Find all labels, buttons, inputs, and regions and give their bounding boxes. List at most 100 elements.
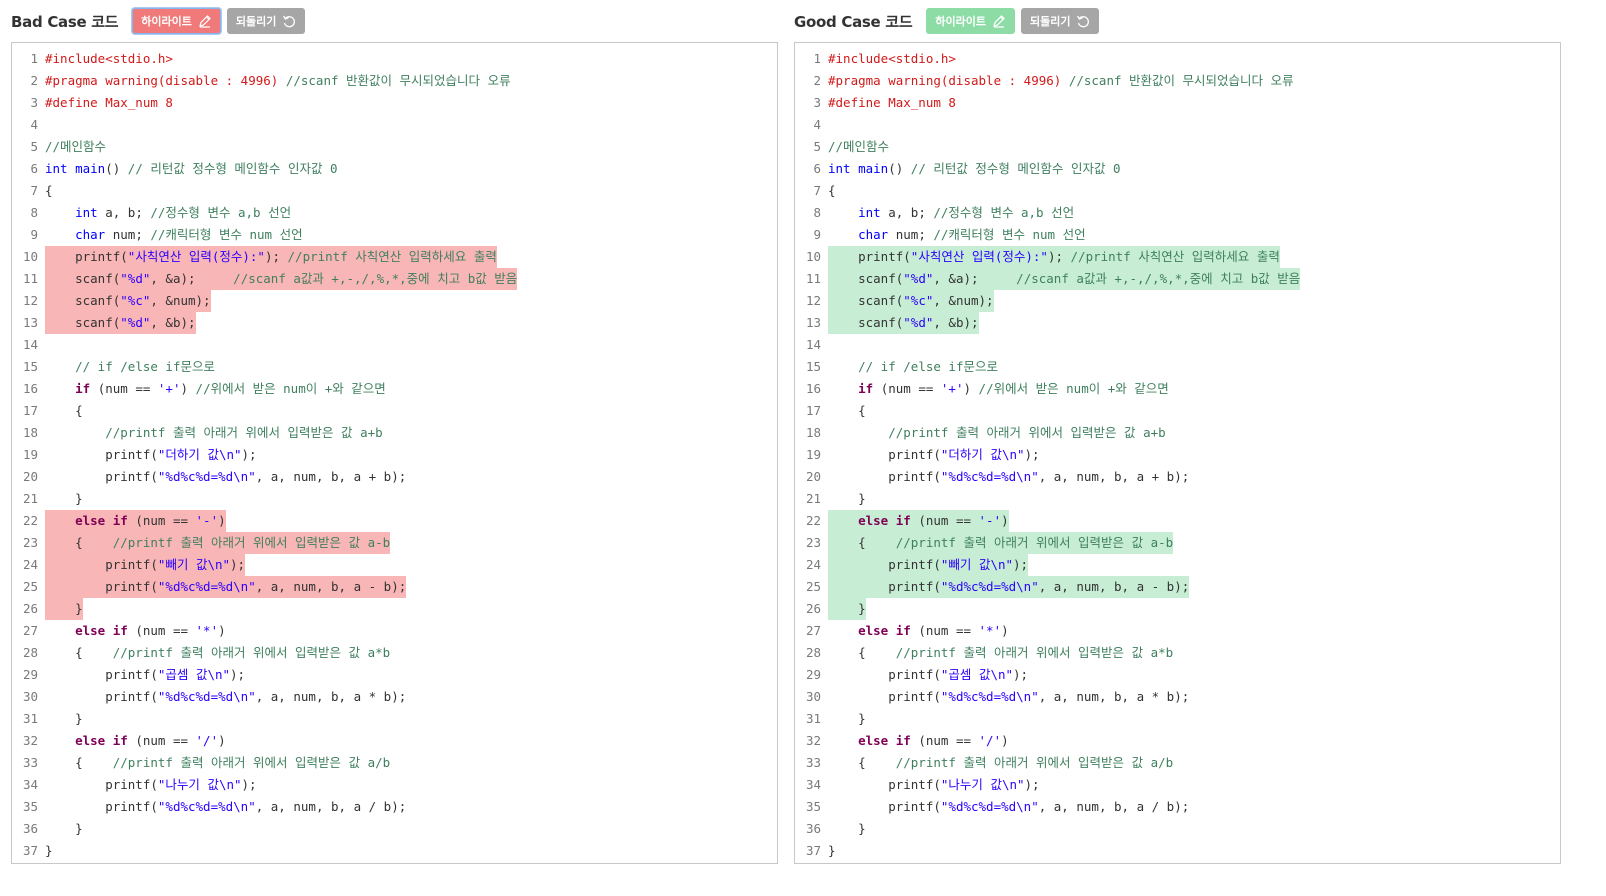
code-text: int a, b; //정수형 변수 a,b 선언 (828, 202, 1074, 224)
code-token: ); (1024, 447, 1040, 462)
code-token: ) (218, 513, 226, 528)
code-text: { //printf 출력 아래거 위에서 입력받은 값 a/b (45, 752, 390, 774)
code-text: else if (num == '-') (828, 510, 1009, 532)
line-number: 13 (805, 315, 821, 330)
code-text: printf("%d%c%d=%d\n", a, num, b, a * b); (828, 686, 1189, 708)
line-number: 20 (805, 469, 821, 484)
code-token: // if /else if문으로 (858, 359, 998, 374)
code-token: () (105, 161, 128, 176)
code-token: "%d%c%d=%d\n" (157, 469, 256, 484)
code-token: // 리턴값 정수형 메인함수 인자값 0 (910, 161, 1121, 176)
good-code-editor[interactable]: 1 #include<stdio.h> 2 #pragma warning(disab… (794, 42, 1561, 864)
code-text: scanf("%d", &a); //scanf a값과 +,-,/,%,*,중… (828, 268, 1301, 290)
code-text: scanf("%d", &b); (45, 312, 196, 334)
line-number: 34 (22, 777, 38, 792)
code-text: scanf("%d", &a); //scanf a값과 +,-,/,%,*,중… (45, 268, 518, 290)
code-token: a, b; (880, 205, 934, 220)
code-token: else if (75, 513, 128, 528)
code-token: , &num); (150, 293, 211, 308)
code-token: num; (888, 227, 934, 242)
code-token: '/' (978, 733, 1002, 748)
line-number: 6 (30, 161, 38, 176)
code-token: int (45, 161, 68, 176)
code-text: printf("곱셈 값\n"); (45, 664, 245, 686)
bad-highlight-button[interactable]: 하이라이트 (132, 8, 221, 34)
line-number: 30 (22, 689, 38, 704)
good-highlight-button[interactable]: 하이라이트 (926, 8, 1015, 34)
code-text: printf("%d%c%d=%d\n", a, num, b, a + b); (828, 466, 1189, 488)
code-text: printf("%d%c%d=%d\n", a, num, b, a - b); (828, 576, 1190, 598)
code-token: printf( (45, 667, 158, 682)
line-number: 7 (813, 183, 821, 198)
code-text: #define Max_num 8 (45, 92, 173, 114)
code-token: { (45, 755, 113, 770)
code-text: //printf 출력 아래거 위에서 입력받은 값 a+b (828, 422, 1165, 444)
code-token: , &b); (150, 315, 196, 330)
line-number: 22 (805, 513, 821, 528)
line-number: 26 (22, 601, 38, 616)
code-token: } (45, 711, 83, 726)
good-revert-button[interactable]: 되돌리기 (1020, 8, 1100, 34)
code-token: ) (218, 733, 226, 748)
line-number: 2 (813, 73, 821, 88)
code-text: printf("%d%c%d=%d\n", a, num, b, a * b); (45, 686, 406, 708)
code-token: int (75, 205, 98, 220)
code-text: int a, b; //정수형 변수 a,b 선언 (45, 202, 291, 224)
code-token: ) (180, 381, 196, 396)
code-token: printf( (45, 249, 128, 264)
code-token: '*' (978, 623, 1002, 638)
code-token: //메인함수 (828, 139, 890, 154)
code-token: printf( (828, 579, 941, 594)
code-token: , a, num, b, a + b); (255, 469, 407, 484)
code-text: if (num == '+') //위에서 받은 num이 +와 같으면 (828, 378, 1169, 400)
code-token: a, b; (97, 205, 151, 220)
code-token: //정수형 변수 a,b 선언 (933, 205, 1075, 220)
code-token: //scanf a값과 +,-,/,%,*,중에 치고 b값 받음 (1016, 271, 1301, 286)
code-token: , a, num, b, a / b); (1038, 799, 1190, 814)
code-text: } (45, 598, 83, 620)
code-token: //위에서 받은 num이 +와 같으면 (195, 381, 386, 396)
line-number: 18 (805, 425, 821, 440)
line-number: 5 (30, 139, 38, 154)
line-number: 1 (30, 51, 38, 66)
code-token: ) (218, 623, 226, 638)
code-token: // 리턴값 정수형 메인함수 인자값 0 (127, 161, 338, 176)
line-number: 10 (805, 249, 821, 264)
code-token: printf( (828, 799, 941, 814)
code-token: "%d" (120, 271, 151, 286)
code-token: ); (1024, 777, 1040, 792)
code-token: "%d" (120, 315, 151, 330)
code-token: ) (1001, 513, 1009, 528)
line-number: 24 (22, 557, 38, 572)
bad-revert-button[interactable]: 되돌리기 (226, 8, 306, 34)
line-number: 22 (22, 513, 38, 528)
line-number: 12 (805, 293, 821, 308)
code-token: (num == (127, 733, 196, 748)
code-token: } (828, 601, 866, 616)
bad-case-panel: Bad Case 코드 하이라이트 되돌리기 1 #include<stdio.h… (11, 0, 778, 896)
code-token: '-' (978, 513, 1002, 528)
code-token: #define Max_num 8 (45, 95, 173, 110)
code-token: } (45, 491, 83, 506)
code-token: printf( (828, 557, 941, 572)
line-number: 17 (805, 403, 821, 418)
code-token: (num == (910, 623, 979, 638)
code-text: #pragma warning(disable : 4996) //scanf … (45, 70, 511, 92)
line-number: 26 (805, 601, 821, 616)
code-token: //printf 출력 아래거 위에서 입력받은 값 a/b (112, 755, 391, 770)
code-token: //printf 출력 아래거 위에서 입력받은 값 a+b (105, 425, 383, 440)
good-revert-label: 되돌리기 (1029, 15, 1071, 28)
code-token: "더하기 값\n" (940, 447, 1025, 462)
code-token: #pragma warning(disable : 4996) (828, 73, 1069, 88)
code-token: main (75, 161, 106, 176)
line-number: 12 (22, 293, 38, 308)
code-token: #include<stdio.h> (828, 51, 956, 66)
line-number: 20 (22, 469, 38, 484)
code-token: scanf( (828, 315, 904, 330)
bad-code-editor[interactable]: 1 #include<stdio.h> 2 #pragma warning(disab… (11, 42, 778, 864)
code-token: //printf 사칙연산 입력하세요 출력 (287, 249, 497, 264)
code-token: //scanf 반환값이 무시되었습니다 오류 (1068, 73, 1294, 88)
pencil-icon (992, 14, 1006, 28)
